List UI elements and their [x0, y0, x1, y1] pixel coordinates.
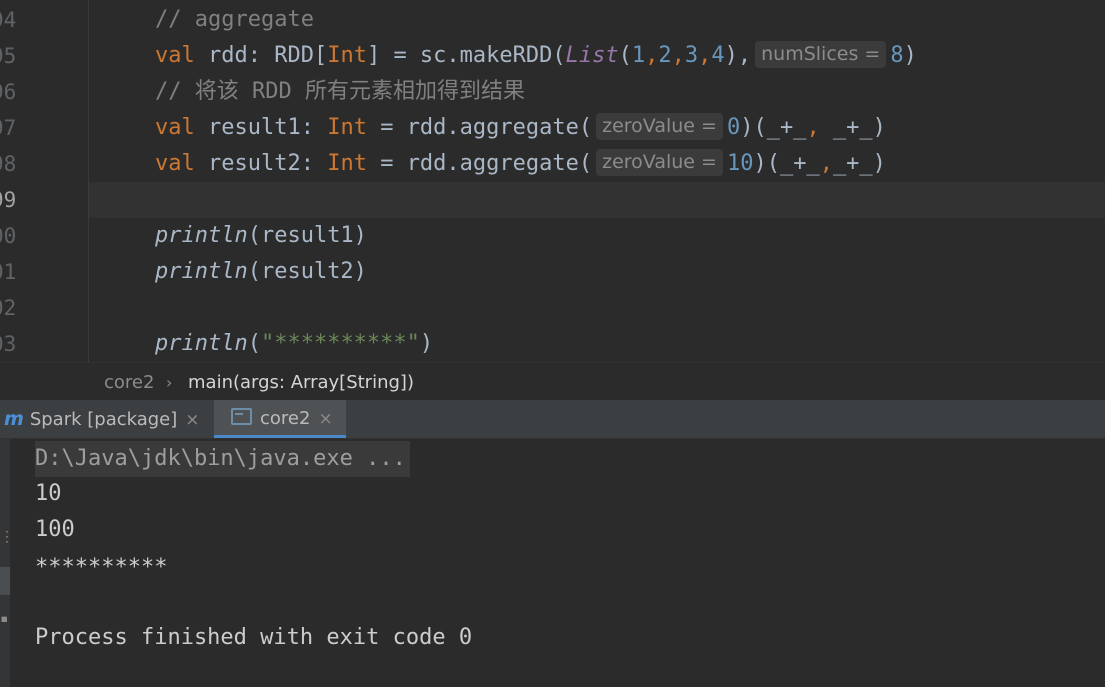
comma: , — [645, 43, 659, 68]
line-number: 94 — [0, 8, 17, 32]
comma: , — [806, 115, 820, 140]
code-text: ( — [618, 43, 632, 68]
code-line-101[interactable]: println(result2) — [155, 254, 367, 290]
code-line-100[interactable]: println(result1) — [155, 218, 367, 254]
code-text: _+_) — [832, 151, 886, 176]
maven-icon: m — [4, 408, 24, 430]
code-text: ] = sc.makeRDD( — [366, 43, 566, 68]
code-text: (result2) — [247, 259, 367, 284]
line-number: 95 — [0, 44, 17, 68]
code-line-97[interactable]: val result1: Int = rdd.aggregate(zeroVal… — [155, 110, 886, 146]
code-text: )(_+_ — [753, 151, 820, 176]
toolbar-icon[interactable] — [0, 567, 10, 595]
comma: , — [698, 43, 712, 68]
console-output-line: Process finished with exit code 0 — [35, 625, 473, 650]
tab-core2[interactable]: core2 × — [214, 400, 346, 438]
line-number: 01 — [0, 260, 17, 284]
toolbar-icon[interactable]: ⋮ — [0, 529, 14, 545]
function-name: List — [565, 43, 619, 68]
console-toolbar-strip: ⋮ ▪ — [0, 439, 14, 687]
code-text: (result1) — [247, 223, 367, 248]
code-text: result1: — [194, 115, 328, 140]
active-tab-indicator — [214, 435, 346, 438]
number-literal: 0 — [726, 115, 741, 140]
gutter-separator — [88, 0, 89, 362]
line-number: 96 — [0, 80, 17, 104]
code-line-96[interactable]: // 将该 RDD 所有元素相加得到结果 — [155, 74, 525, 110]
code-text: _+_) — [819, 115, 886, 140]
code-text: rdd: RDD[ — [194, 43, 328, 68]
console-command-line[interactable]: D:\Java\jdk\bin\java.exe ... — [35, 441, 410, 477]
line-number: 97 — [0, 116, 17, 140]
comma: , — [819, 151, 833, 176]
tab-spark-package[interactable]: m Spark [package] × — [4, 400, 200, 438]
tab-label: core2 — [260, 408, 311, 429]
comma: , — [671, 43, 685, 68]
breadcrumb-object[interactable]: core2 — [104, 372, 154, 393]
current-line-highlight — [89, 182, 1105, 218]
comment: // 将该 RDD 所有元素相加得到结果 — [155, 79, 525, 104]
type-name: Int — [327, 115, 367, 140]
code-text: ), — [724, 43, 752, 68]
breadcrumb: core2 › main(args: Array[String]) — [0, 362, 1105, 401]
keyword: val — [155, 43, 195, 68]
code-text: = rdd.aggregate( — [366, 115, 593, 140]
code-line-103[interactable]: println("**********") — [155, 326, 433, 362]
type-name: Int — [327, 43, 367, 68]
parameter-hint: numSlices = — [755, 41, 887, 68]
code-line-98[interactable]: val result2: Int = rdd.aggregate(zeroVal… — [155, 146, 886, 182]
line-number: 98 — [0, 152, 17, 176]
line-number: 03 — [0, 332, 17, 356]
code-text: )(_+_ — [740, 115, 807, 140]
console-icon — [231, 408, 252, 425]
code-editor[interactable]: 94 95 96 97 98 99 00 01 02 03 // aggrega… — [0, 0, 1105, 362]
line-number: 00 — [0, 224, 17, 248]
run-console[interactable]: ⋮ ▪ D:\Java\jdk\bin\java.exe ... 10 100 … — [0, 439, 1105, 687]
line-number: 02 — [0, 296, 17, 320]
number-literal: 10 — [726, 151, 754, 176]
code-line-95[interactable]: val rdd: RDD[Int] = sc.makeRDD(List(1,2,… — [155, 38, 917, 74]
parameter-hint: zeroValue = — [596, 113, 723, 140]
code-text: ( — [247, 331, 261, 356]
line-number-current: 99 — [0, 188, 17, 212]
function-name: println — [155, 223, 248, 248]
function-name: println — [155, 259, 248, 284]
code-line-94[interactable]: // aggregate — [155, 2, 314, 38]
chevron-right-icon: › — [166, 373, 173, 392]
keyword: val — [155, 151, 195, 176]
close-icon[interactable]: × — [318, 409, 332, 429]
type-name: Int — [327, 151, 367, 176]
parameter-hint: zeroValue = — [596, 149, 723, 176]
number-literal: 3 — [684, 43, 699, 68]
toolbar-icon[interactable]: ▪ — [0, 611, 10, 627]
number-literal: 1 — [631, 43, 646, 68]
console-output-line: 100 — [35, 517, 75, 542]
comment: // aggregate — [155, 7, 314, 32]
keyword: val — [155, 115, 195, 140]
function-name: println — [155, 331, 248, 356]
code-text: ) — [903, 43, 917, 68]
code-text: result2: — [194, 151, 328, 176]
code-text: ) — [419, 331, 434, 356]
number-literal: 2 — [658, 43, 672, 68]
run-tab-bar: m Spark [package] × core2 × — [0, 400, 1105, 439]
console-output-line: ********** — [35, 555, 168, 580]
number-literal: 8 — [890, 43, 904, 68]
line-number-gutter[interactable]: 94 95 96 97 98 99 00 01 02 03 — [0, 0, 88, 362]
console-output-line: 10 — [35, 481, 62, 506]
tab-label: Spark [package] — [29, 409, 178, 430]
number-literal: 4 — [711, 43, 725, 68]
close-icon[interactable]: × — [185, 410, 199, 430]
string-literal: "**********" — [260, 331, 420, 356]
code-text: = rdd.aggregate( — [366, 151, 593, 176]
breadcrumb-method[interactable]: main(args: Array[String]) — [188, 372, 414, 393]
